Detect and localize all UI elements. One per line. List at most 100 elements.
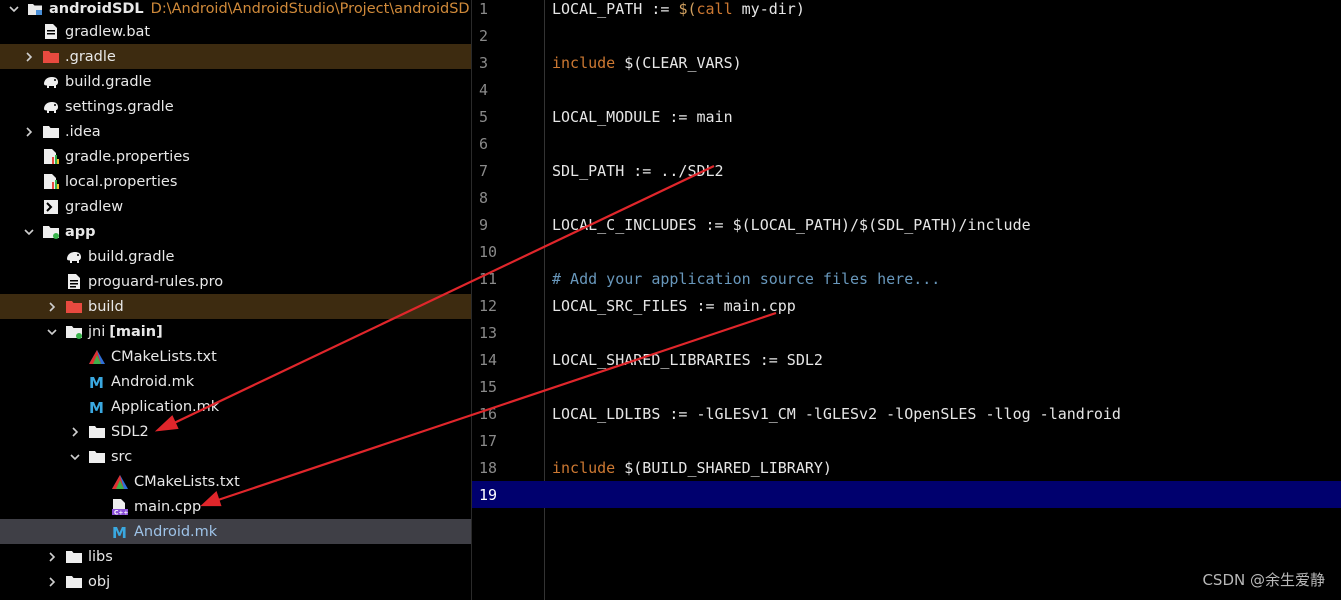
chevron-down-icon[interactable] bbox=[8, 2, 20, 16]
module-folder-icon bbox=[26, 0, 44, 18]
tree-root-androidSDL[interactable]: androidSDL D:\Android\AndroidStudio\Proj… bbox=[0, 0, 471, 21]
tree-item[interactable]: build.gradle bbox=[0, 69, 471, 94]
tree-item[interactable]: M Android.mk bbox=[0, 519, 471, 544]
tree-item[interactable]: obj bbox=[0, 569, 471, 594]
tree-item-label: build.gradle bbox=[88, 248, 175, 265]
code-text: LOCAL_SHARED_LIBRARIES := SDL2 bbox=[552, 350, 823, 369]
code-line[interactable]: 5 LOCAL_MODULE := main bbox=[472, 103, 1341, 130]
code-line[interactable]: 2 bbox=[472, 22, 1341, 49]
line-number: 12 bbox=[479, 296, 498, 315]
chevron-down-icon[interactable] bbox=[68, 450, 82, 464]
tree-item[interactable]: .idea bbox=[0, 119, 471, 144]
tree-item[interactable]: C++ main.cpp bbox=[0, 494, 471, 519]
chevron-right-icon[interactable] bbox=[45, 575, 59, 589]
tree-item[interactable]: M Application.mk bbox=[0, 394, 471, 419]
tree-item[interactable]: local.properties bbox=[0, 169, 471, 194]
tree-item-label: gradle.properties bbox=[65, 148, 190, 165]
svg-text:M: M bbox=[112, 525, 127, 539]
code-line[interactable]: 19 bbox=[472, 481, 1341, 508]
code-line[interactable]: 18 include $(BUILD_SHARED_LIBRARY) bbox=[472, 454, 1341, 481]
tree-item-label: main.cpp bbox=[134, 498, 202, 515]
tree-item[interactable]: gradlew bbox=[0, 194, 471, 219]
code-line[interactable]: 15 bbox=[472, 373, 1341, 400]
tree-item[interactable]: build bbox=[0, 294, 471, 319]
gradle-elephant-icon bbox=[65, 248, 83, 266]
line-number: 3 bbox=[479, 53, 489, 72]
code-line[interactable]: 1 LOCAL_PATH := $(call my-dir) bbox=[472, 0, 1341, 22]
chevron-right-icon[interactable] bbox=[45, 550, 59, 564]
code-line[interactable]: 8 bbox=[472, 184, 1341, 211]
line-number: 19 bbox=[479, 485, 498, 504]
tree-item[interactable]: app bbox=[0, 219, 471, 244]
code-text: SDL_PATH := ../SDL2 bbox=[552, 161, 724, 180]
code-text: LOCAL_MODULE := main bbox=[552, 107, 733, 126]
line-number: 7 bbox=[479, 161, 489, 180]
makefile-icon: M bbox=[88, 398, 106, 416]
makefile-icon: M bbox=[88, 373, 106, 391]
tree-item-label: settings.gradle bbox=[65, 98, 174, 115]
line-number: 1 bbox=[479, 0, 489, 18]
folder-red-icon bbox=[65, 298, 83, 316]
code-line[interactable]: 4 bbox=[472, 76, 1341, 103]
code-line[interactable]: 9 LOCAL_C_INCLUDES := $(LOCAL_PATH)/$(SDL… bbox=[472, 211, 1341, 238]
tree-item-label: .idea bbox=[65, 123, 101, 140]
code-line[interactable]: 7 SDL_PATH := ../SDL2 bbox=[472, 157, 1341, 184]
code-line[interactable]: 13 bbox=[472, 319, 1341, 346]
code-text: include $(CLEAR_VARS) bbox=[552, 53, 742, 72]
makefile-icon: M bbox=[111, 523, 129, 541]
tree-item[interactable]: jni [main] bbox=[0, 319, 471, 344]
tree-item[interactable]: settings.gradle bbox=[0, 94, 471, 119]
tree-item-label: gradlew bbox=[65, 198, 124, 215]
code-text: include $(BUILD_SHARED_LIBRARY) bbox=[552, 458, 832, 477]
code-line[interactable]: 17 bbox=[472, 427, 1341, 454]
code-line[interactable]: 10 bbox=[472, 238, 1341, 265]
code-line[interactable]: 11 # Add your application source files he… bbox=[472, 265, 1341, 292]
tree-item[interactable]: src bbox=[0, 444, 471, 469]
tree-item-label: CMakeLists.txt bbox=[134, 473, 240, 490]
tree-item-label: jni bbox=[88, 323, 106, 340]
code-line[interactable]: 14 LOCAL_SHARED_LIBRARIES := SDL2 bbox=[472, 346, 1341, 373]
chevron-right-icon[interactable] bbox=[22, 125, 36, 139]
code-text: LOCAL_C_INCLUDES := $(LOCAL_PATH)/$(SDL_… bbox=[552, 215, 1031, 234]
line-number: 10 bbox=[479, 242, 498, 261]
tree-item[interactable]: .gradle bbox=[0, 44, 471, 69]
line-number: 6 bbox=[479, 134, 489, 153]
tree-item[interactable]: libs bbox=[0, 544, 471, 569]
tree-item[interactable]: proguard-rules.pro bbox=[0, 269, 471, 294]
line-number: 11 bbox=[479, 269, 498, 288]
source-folder-icon bbox=[65, 323, 83, 341]
svg-text:M: M bbox=[89, 400, 104, 414]
tree-item-label: obj bbox=[88, 573, 111, 590]
code-line[interactable]: 12 LOCAL_SRC_FILES := main.cpp bbox=[472, 292, 1341, 319]
code-line[interactable]: 3 include $(CLEAR_VARS) bbox=[472, 49, 1341, 76]
tree-item-label: .gradle bbox=[65, 48, 116, 65]
tree-item[interactable]: CMakeLists.txt bbox=[0, 344, 471, 369]
code-text: # Add your application source files here… bbox=[552, 269, 941, 288]
tree-item[interactable]: M Android.mk bbox=[0, 369, 471, 394]
chevron-down-icon[interactable] bbox=[22, 225, 36, 239]
tree-item[interactable]: gradlew.bat bbox=[0, 19, 471, 44]
code-line[interactable]: 16 LOCAL_LDLIBS := -lGLESv1_CM -lGLESv2 -… bbox=[472, 400, 1341, 427]
tree-item[interactable]: gradle.properties bbox=[0, 144, 471, 169]
tree-item[interactable]: SDL2 bbox=[0, 419, 471, 444]
line-number: 14 bbox=[479, 350, 498, 369]
tree-root-label: androidSDL bbox=[49, 0, 144, 17]
chevron-right-icon[interactable] bbox=[22, 50, 36, 64]
chevron-right-icon[interactable] bbox=[45, 300, 59, 314]
tree-item[interactable]: build.gradle bbox=[0, 244, 471, 269]
gradle-elephant-icon bbox=[42, 98, 60, 116]
tree-item[interactable]: CMakeLists.txt bbox=[0, 469, 471, 494]
tree-item-label: CMakeLists.txt bbox=[111, 348, 217, 365]
line-number: 4 bbox=[479, 80, 489, 99]
code-line[interactable]: 6 bbox=[472, 130, 1341, 157]
code-editor[interactable]: 1 LOCAL_PATH := $(call my-dir) 2 3 include $… bbox=[471, 0, 1341, 600]
chevron-right-icon[interactable] bbox=[68, 425, 82, 439]
chevron-down-icon[interactable] bbox=[45, 325, 59, 339]
folder-icon bbox=[42, 123, 60, 141]
